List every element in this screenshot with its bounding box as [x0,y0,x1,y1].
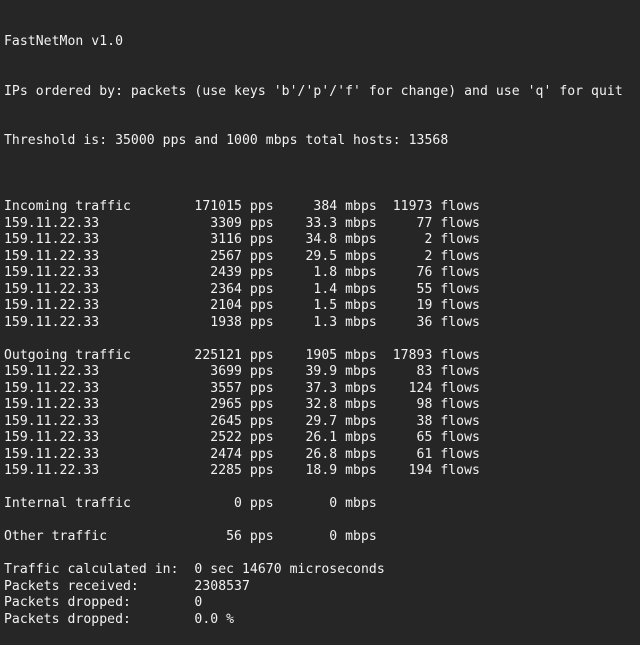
app-title: FastNetMon v1.0 [4,34,123,49]
incoming-host-row: 159.11.22.33 2567 pps 29.5 mbps 2 flows [4,248,480,264]
stat-line: Traffic calculated in: 0 sec 14670 micro… [4,562,385,577]
incoming-host-row: 159.11.22.33 3116 pps 34.8 mbps 2 flows [4,232,480,247]
outgoing-traffic-total: Outgoing traffic 225121 pps 1905 mbps 17… [4,347,480,363]
incoming-host-row: 159.11.22.33 2104 pps 1.5 mbps 19 flows [4,298,480,313]
sort-order-line: IPs ordered by: packets (use keys 'b'/'p… [4,83,623,99]
outgoing-host-row: 159.11.22.33 3699 pps 39.9 mbps 83 flows [4,364,480,379]
traffic-report: Incoming traffic 171015 pps 384 mbps 119… [4,183,623,629]
outgoing-host-row: 159.11.22.33 2522 pps 26.1 mbps 65 flows [4,430,480,445]
threshold-line: Threshold is: 35000 pps and 1000 mbps to… [4,133,449,148]
incoming-traffic-total: Incoming traffic 171015 pps 384 mbps 119… [4,199,480,214]
outgoing-host-row: 159.11.22.33 2965 pps 32.8 mbps 98 flows [4,397,480,412]
stat-line: Packets dropped: 0 [4,595,203,610]
other-traffic-total: Other traffic 56 pps 0 mbps [4,529,377,544]
outgoing-host-row: 159.11.22.33 2285 pps 18.9 mbps 194 flow… [4,463,480,478]
incoming-host-row: 159.11.22.33 3309 pps 33.3 mbps 77 flows [4,215,480,231]
outgoing-host-row: 159.11.22.33 2474 pps 26.8 mbps 61 flows [4,446,480,462]
outgoing-host-row: 159.11.22.33 2645 pps 29.7 mbps 38 flows [4,413,480,429]
internal-traffic-total: Internal traffic 0 pps 0 mbps [4,496,377,511]
outgoing-host-row: 159.11.22.33 3557 pps 37.3 mbps 124 flow… [4,380,480,396]
terminal-output: FastNetMon v1.0 IPs ordered by: packets … [4,1,623,645]
incoming-host-row: 159.11.22.33 1938 pps 1.3 mbps 36 flows [4,314,480,330]
stat-line: Packets received: 2308537 [4,578,250,594]
stat-line: Packets dropped: 0.0 % [4,611,235,627]
incoming-host-row: 159.11.22.33 2439 pps 1.8 mbps 76 flows [4,265,480,280]
incoming-host-row: 159.11.22.33 2364 pps 1.4 mbps 55 flows [4,281,480,297]
